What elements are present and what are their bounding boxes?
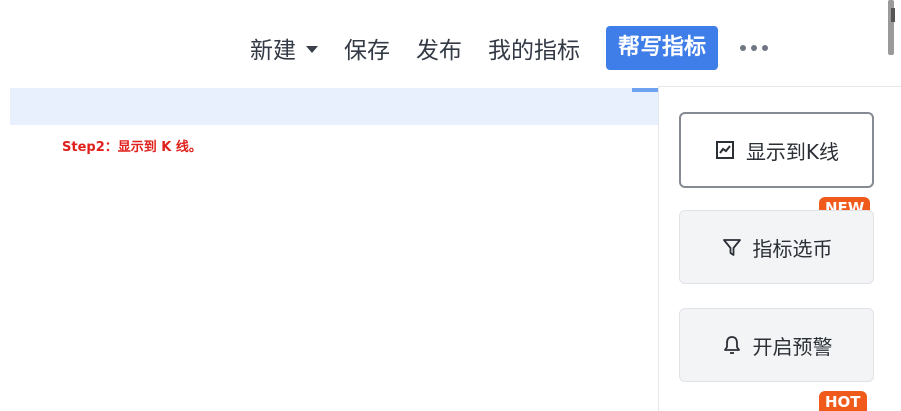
indicator-screener-label: 指标选币 — [752, 236, 833, 261]
scrollbar-thumb[interactable] — [891, 8, 895, 22]
caret-down-icon — [306, 46, 318, 53]
editor-tab-bar — [10, 88, 660, 125]
hot-badge: HOT — [819, 391, 867, 411]
page: 新建 保存 发布 我的指标 帮写指标 Step2：显示到 K 线。 显示到K线 … — [0, 0, 901, 411]
bell-icon — [721, 334, 743, 356]
indicator-screener-button[interactable]: 指标选币 — [679, 210, 874, 284]
toolbar: 新建 保存 发布 我的指标 帮写指标 — [250, 22, 769, 74]
more-icon[interactable] — [740, 45, 769, 51]
tab-indicator — [632, 88, 658, 92]
enable-alert-label: 开启预警 — [752, 334, 833, 359]
my-indicators-button[interactable]: 我的指标 — [488, 31, 580, 65]
enable-alert-button[interactable]: 开启预警 — [679, 308, 874, 382]
new-label: 新建 — [250, 38, 296, 64]
show-on-kline-label: 显示到K线 — [745, 139, 840, 164]
help-write-indicator-button[interactable]: 帮写指标 — [606, 26, 719, 70]
new-dropdown-button[interactable]: 新建 — [250, 31, 318, 65]
show-on-kline-button[interactable]: 显示到K线 — [679, 112, 874, 188]
filter-icon — [721, 236, 743, 258]
save-button[interactable]: 保存 — [344, 31, 390, 65]
chart-line-icon — [714, 139, 736, 161]
step-annotation: Step2：显示到 K 线。 — [62, 140, 202, 155]
publish-button[interactable]: 发布 — [416, 31, 462, 65]
